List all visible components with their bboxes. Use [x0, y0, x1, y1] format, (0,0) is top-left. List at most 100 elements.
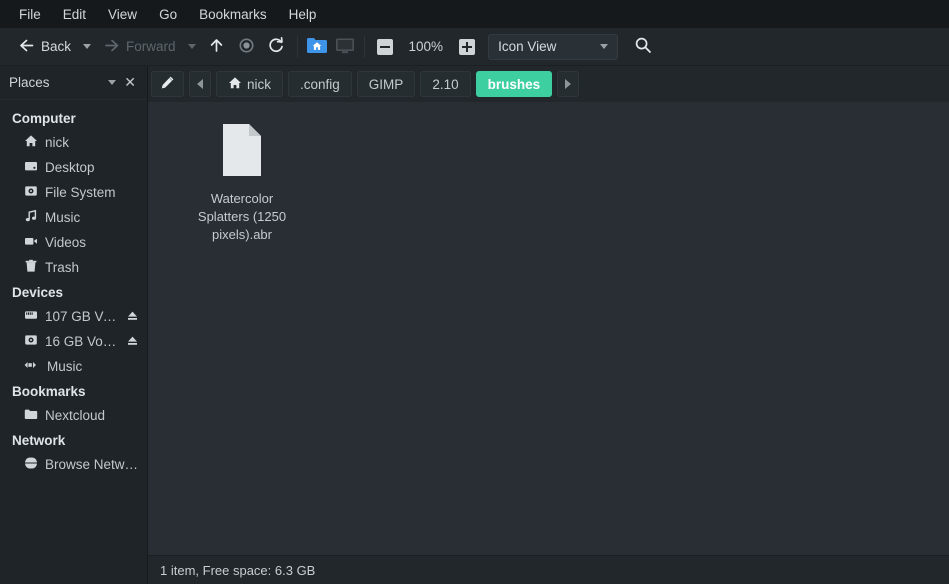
home-folder-icon	[306, 36, 328, 58]
menu-file[interactable]: File	[8, 4, 52, 25]
breadcrumb-label: 2.10	[432, 76, 459, 92]
forward-history-dropdown[interactable]	[182, 33, 202, 61]
toolbar-separator	[296, 35, 298, 58]
breadcrumb-crumb-gimp[interactable]: GIMP	[356, 71, 416, 97]
audio-device-icon	[24, 358, 40, 375]
sidebar-item-music-device[interactable]: Music	[0, 354, 147, 379]
forward-label: Forward	[126, 39, 176, 54]
sidebar-header: Places ✕	[0, 66, 147, 100]
desktop-icon	[24, 159, 38, 176]
reload-icon	[268, 36, 285, 57]
music-note-icon	[24, 209, 38, 226]
chevron-down-icon	[600, 44, 609, 49]
arrow-up-icon	[208, 37, 225, 57]
content-area: Watercolor Splatters (1250 pixels).abr 1…	[148, 102, 949, 584]
file-item[interactable]: Watercolor Splatters (1250 pixels).abr	[186, 116, 298, 250]
forward-button[interactable]: Forward	[97, 33, 182, 61]
sidebar-item-nextcloud[interactable]: Nextcloud	[0, 403, 147, 428]
breadcrumb-label: .config	[300, 76, 340, 92]
sidebar-item-trash[interactable]: Trash	[0, 255, 147, 280]
display-button[interactable]	[331, 33, 359, 61]
view-mode-select[interactable]: Icon View	[488, 33, 619, 60]
drive-icon	[24, 308, 38, 325]
eject-icon[interactable]	[126, 309, 139, 325]
sidebar-item-desktop[interactable]: Desktop	[0, 155, 147, 180]
breadcrumb-crumb-brushes[interactable]: brushes	[475, 71, 553, 97]
chevron-down-icon	[83, 44, 92, 49]
sidebar-section-network: Network	[12, 433, 66, 448]
globe-icon	[21, 456, 41, 473]
search-button[interactable]	[628, 33, 658, 61]
sidebar-item-label: Desktop	[45, 160, 95, 175]
reload-button[interactable]	[262, 33, 292, 61]
trash-icon	[24, 259, 38, 276]
home-icon	[24, 134, 38, 151]
sidebar-item-videos[interactable]: Videos	[0, 230, 147, 255]
file-list-view[interactable]: Watercolor Splatters (1250 pixels).abr	[148, 102, 949, 555]
menu-view[interactable]: View	[97, 4, 148, 25]
arrow-right-icon	[103, 37, 120, 57]
breadcrumb-crumb-210[interactable]: 2.10	[420, 71, 471, 97]
chevron-down-icon[interactable]	[108, 80, 117, 85]
menu-help[interactable]: Help	[278, 4, 328, 25]
status-bar: 1 item, Free space: 6.3 GB	[148, 555, 949, 584]
breadcrumb-label: nick	[247, 76, 272, 92]
menu-bar: File Edit View Go Bookmarks Help	[0, 0, 949, 28]
back-button[interactable]: Back	[12, 33, 77, 61]
sidebar-item-browse-network[interactable]: Browse Netw…	[0, 452, 147, 477]
breadcrumb-scroll-left[interactable]	[189, 71, 211, 97]
sidebar-section-computer: Computer	[12, 111, 76, 126]
folder-icon	[24, 407, 38, 424]
sidebar-item-music[interactable]: Music	[0, 205, 147, 230]
sidebar-item-nick[interactable]: nick	[0, 130, 147, 155]
menu-go[interactable]: Go	[148, 4, 188, 25]
menu-bookmarks[interactable]: Bookmarks	[188, 4, 278, 25]
arrow-left-icon	[18, 37, 35, 57]
sidebar: Places ✕ Computer nick Desktop File Syst…	[0, 66, 148, 584]
stop-icon	[238, 37, 255, 57]
close-icon[interactable]: ✕	[122, 74, 138, 91]
sidebar-item-label: Browse Netw…	[45, 457, 139, 472]
back-label: Back	[41, 39, 72, 54]
sidebar-item-label: 16 GB Vol…	[45, 334, 119, 349]
sidebar-item-label: Music	[45, 210, 81, 225]
edit-location-button[interactable]	[151, 71, 184, 97]
zoom-in-button[interactable]	[452, 33, 482, 61]
sidebar-item-107gb-volume[interactable]: 107 GB Vo…	[0, 304, 147, 329]
eject-icon[interactable]	[126, 334, 139, 350]
sidebar-item-label: Trash	[45, 260, 80, 275]
zoom-out-button[interactable]	[370, 33, 400, 61]
pencil-icon	[160, 75, 175, 93]
disc-icon	[24, 333, 38, 350]
breadcrumb-crumb-config[interactable]: .config	[288, 71, 352, 97]
sidebar-item-file-system[interactable]: File System	[0, 180, 147, 205]
sidebar-item-label: Nextcloud	[45, 408, 106, 423]
parent-folder-button[interactable]	[202, 33, 232, 61]
home-folder-button[interactable]	[303, 33, 331, 61]
sidebar-item-label: nick	[45, 135, 70, 150]
breadcrumb-crumb-nick[interactable]: nick	[216, 71, 284, 97]
document-icon	[219, 122, 265, 183]
file-manager-window: File Edit View Go Bookmarks Help Back Fo…	[0, 0, 949, 584]
back-history-dropdown[interactable]	[77, 33, 97, 61]
chevron-left-icon	[197, 79, 203, 89]
menu-edit[interactable]: Edit	[52, 4, 97, 25]
zoom-in-icon	[459, 38, 476, 55]
chevron-right-icon	[565, 79, 572, 89]
stop-button[interactable]	[232, 33, 262, 61]
video-camera-icon	[24, 234, 38, 251]
sidebar-section-devices: Devices	[12, 285, 64, 300]
status-text: 1 item, Free space: 6.3 GB	[160, 562, 316, 578]
file-name-label: Watercolor Splatters (1250 pixels).abr	[197, 191, 287, 242]
monitor-icon	[334, 36, 356, 58]
main-body: Places ✕ Computer nick Desktop File Syst…	[0, 66, 949, 584]
sidebar-item-label: File System	[45, 185, 116, 200]
toolbar-separator-2	[363, 35, 365, 58]
breadcrumb-scroll-right[interactable]	[557, 71, 580, 97]
sidebar-item-label: 107 GB Vo…	[45, 309, 119, 324]
zoom-out-icon	[376, 38, 393, 55]
zoom-level-label: 100%	[408, 39, 444, 54]
harddisk-icon	[24, 184, 38, 201]
sidebar-item-16gb-volume[interactable]: 16 GB Vol…	[0, 329, 147, 354]
breadcrumb-label: GIMP	[368, 76, 404, 92]
